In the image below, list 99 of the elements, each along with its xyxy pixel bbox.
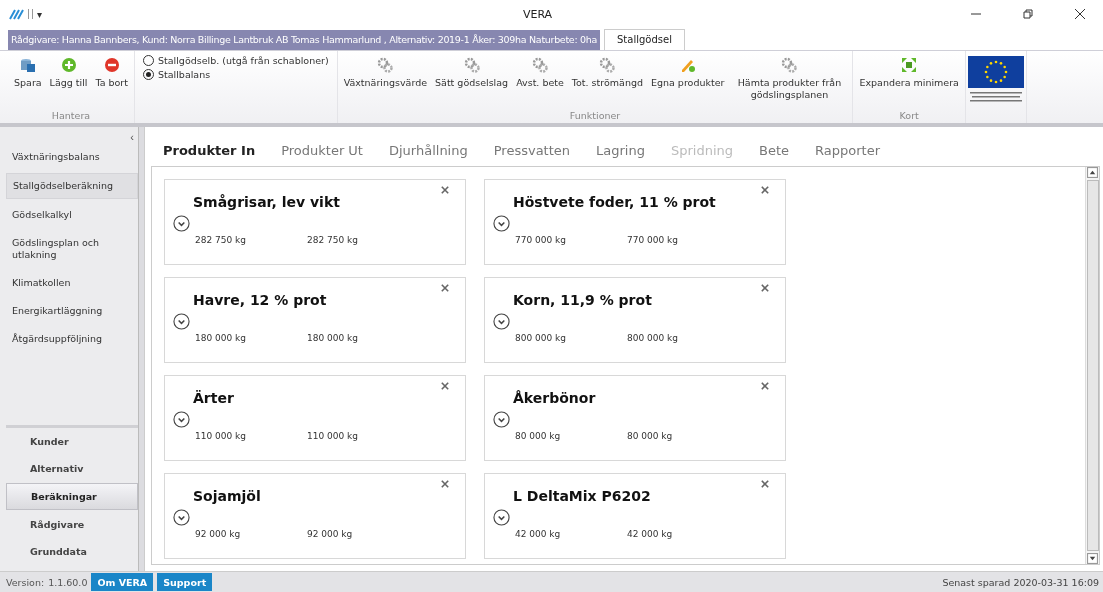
add-icon [60,57,77,73]
nav-item[interactable]: Grunddata [6,539,138,564]
ribbon-tab[interactable]: Stallgödsel [604,29,685,50]
gears-icon [463,57,480,73]
card-value: 770 000 kg [627,235,679,245]
nav-item[interactable]: Beräkningar [6,483,138,510]
card-title: Havre, 12 % prot [193,292,327,308]
tab[interactable]: Produkter In [163,143,256,158]
gears-icon [781,57,798,73]
ribbon-button[interactable]: Ta bort [91,51,132,110]
tab[interactable]: Lagring [596,143,645,158]
close-icon[interactable] [1075,9,1085,19]
card-value: 282 750 kg [307,235,359,245]
sidebar-item[interactable]: Energikartläggning [6,299,138,323]
sidebar-item[interactable]: Gödslingsplan och utlakning [6,231,138,267]
card-value: 800 000 kg [627,333,679,343]
app-logo-icon [8,8,24,20]
nav-item[interactable]: Alternativ [6,456,138,481]
card-value: 92 000 kg [307,529,354,539]
card-value: 180 000 kg [195,333,247,343]
card-value: 770 000 kg [515,235,567,245]
quick-access-menu[interactable]: ▾ [37,8,43,20]
card-value: 110 000 kg [307,431,359,441]
expand-chevron-icon[interactable] [173,215,190,232]
expand-chevron-icon[interactable] [173,509,190,526]
expand-chevron-icon[interactable] [173,313,190,330]
card-title: Sojamjöl [193,488,261,504]
tab[interactable]: Pressvatten [493,143,571,158]
collapse-button[interactable]: ‹ [126,131,138,143]
group-label: Kort [899,110,919,123]
sidebar-item[interactable]: Klimatkollen [6,271,138,295]
ribbon-button[interactable]: Sätt gödselslag [431,51,513,110]
nav-item[interactable]: Kunder [6,429,138,454]
nav-item[interactable]: Rådgivare [6,512,138,537]
group-label: Hantera [51,110,91,123]
gears-icon [599,57,616,73]
card-title: Ärter [193,390,234,406]
close-icon[interactable] [441,382,449,390]
status-button[interactable]: Support [157,573,213,591]
card-value: 80 000 kg [515,431,562,441]
close-icon[interactable] [441,480,449,488]
window-title: VERA [521,7,554,21]
version-number: 1.1.60.0 [48,576,88,588]
card-title: Korn, 11,9 % prot [513,292,652,308]
status-button[interactable]: Om VERA [91,573,154,591]
ribbon-button[interactable]: Lägg till [45,51,92,110]
version-label: Version: [6,576,45,588]
card-title: Åkerbönor [513,390,596,406]
pencil-icon [679,57,696,73]
card-title: Smågrisar, lev vikt [193,194,340,210]
last-saved: Senast sparad 2020-03-31 16:09 [942,576,1100,588]
tab[interactable]: Produkter Ut [281,143,363,158]
card-value: 110 000 kg [195,431,247,441]
radio-label[interactable]: Stallgödselb. (utgå från schabloner) [158,55,329,66]
sidebar-item[interactable]: Åtgärdsuppföljning [6,327,138,351]
ribbon-button[interactable]: Expandera minimera [855,51,963,110]
sidebar-item[interactable]: Växtnäringsbalans [6,145,138,169]
card-value: 42 000 kg [627,529,674,539]
expand-chevron-icon[interactable] [493,509,510,526]
ribbon-button[interactable]: Växtnäringsvärde [339,51,432,110]
group-label: Funktioner [569,110,621,123]
scrollbar[interactable] [1085,167,1099,564]
card-value: 92 000 kg [195,529,242,539]
restore-icon[interactable] [1023,9,1033,19]
card-value: 80 000 kg [627,431,674,441]
expand-chevron-icon[interactable] [493,313,510,330]
sidebar-item[interactable]: Gödselkalkyl [6,203,138,227]
expand-icon [901,57,918,73]
close-icon[interactable] [441,186,449,194]
ribbon-button[interactable]: Hämta produkter från gödslingsplanen [728,51,851,110]
close-icon[interactable] [761,382,769,390]
close-icon[interactable] [761,186,769,194]
card-value: 42 000 kg [515,529,562,539]
gears-icon [377,57,394,73]
close-icon[interactable] [441,284,449,292]
sidebar-item[interactable]: Stallgödselberäkning [6,173,138,199]
radio-label[interactable]: Stallbalans [158,69,211,80]
card-value: 180 000 kg [307,333,359,343]
ribbon-button[interactable]: Avst. bete [512,51,568,110]
card-value: 282 750 kg [195,235,247,245]
card-title: L DeltaMix P6202 [513,488,651,504]
close-icon[interactable] [761,284,769,292]
card-value: 800 000 kg [515,333,567,343]
tab[interactable]: Bete [759,143,790,158]
database-icon [19,57,36,73]
expand-chevron-icon[interactable] [493,411,510,428]
ribbon-button[interactable]: Spara [10,51,46,110]
tab[interactable]: Djurhållning [388,143,468,158]
ribbon-button[interactable]: Egna produkter [646,51,729,110]
expand-chevron-icon[interactable] [493,215,510,232]
scroll-up-icon[interactable] [1087,167,1098,178]
gears-icon [532,57,548,73]
remove-icon [103,57,120,73]
tab[interactable]: Rapporter [815,143,880,158]
scroll-down-icon[interactable] [1087,553,1098,564]
expand-chevron-icon[interactable] [173,411,190,428]
ribbon-button[interactable]: Tot. strömängd [567,51,647,110]
close-icon[interactable] [761,480,769,488]
card-title: Höstvete foder, 11 % prot [513,194,716,210]
